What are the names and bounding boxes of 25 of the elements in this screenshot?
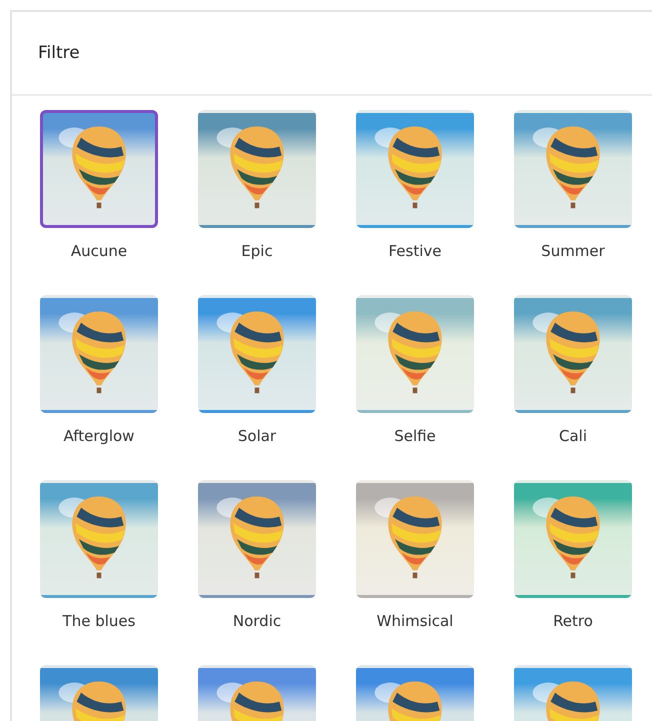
filter-thumbnail[interactable] — [198, 295, 316, 413]
filter-label: Solar — [238, 427, 276, 445]
filter-thumbnail[interactable] — [198, 110, 316, 228]
filter-thumbnail[interactable] — [514, 295, 632, 413]
filter-label: Nordic — [232, 612, 282, 630]
filter-thumbnail[interactable] — [356, 110, 474, 228]
filter-label: Afterglow — [64, 427, 134, 445]
filter-thumbnail[interactable] — [514, 480, 632, 598]
filter-label: Epic — [241, 242, 273, 260]
panel-title: Filtre — [38, 43, 80, 63]
filter-label: Cali — [558, 427, 587, 445]
filter-label: Festive — [388, 242, 442, 260]
filter-label: Summer — [541, 242, 605, 260]
filter-label: Whimsical — [376, 612, 454, 630]
filter-thumbnail[interactable] — [356, 295, 474, 413]
filter-thumbnail[interactable] — [40, 480, 158, 598]
filter-thumbnail[interactable] — [40, 295, 158, 413]
filter-thumbnail[interactable] — [356, 480, 474, 598]
filter-thumbnail[interactable] — [198, 480, 316, 598]
filter-label: The blues — [62, 612, 136, 630]
filter-thumbnail[interactable] — [40, 110, 158, 228]
filter-label: Aucune — [70, 242, 128, 260]
filter-label: Retro — [553, 612, 593, 630]
filter-label: Selfie — [394, 427, 436, 445]
filter-thumbnail[interactable] — [514, 110, 632, 228]
